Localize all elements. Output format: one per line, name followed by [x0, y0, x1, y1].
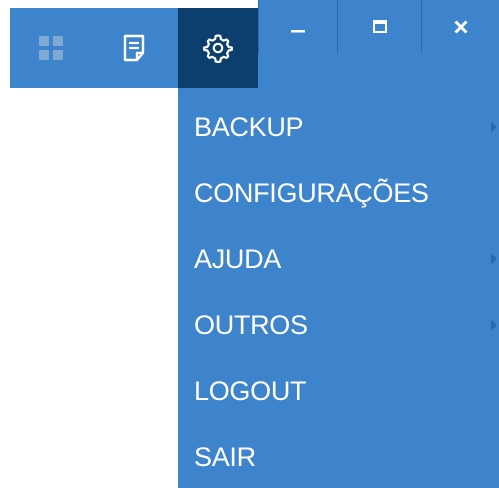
- close-button[interactable]: [422, 0, 499, 54]
- maximize-icon: [372, 20, 387, 33]
- menu-item-label: CONFIGURAÇÕES: [194, 177, 429, 208]
- submenu-arrow-icon: [491, 319, 497, 331]
- menu-item-configuracoes[interactable]: CONFIGURAÇÕES: [178, 160, 499, 226]
- menu-item-label: AJUDA: [194, 243, 282, 274]
- dashboard-grid-icon: [39, 36, 63, 60]
- menu-item-label: LOGOUT: [194, 375, 307, 406]
- notes-button[interactable]: [92, 8, 178, 88]
- menu-item-label: SAIR: [194, 441, 256, 472]
- dashboard-button[interactable]: [10, 8, 92, 88]
- maximize-button[interactable]: [338, 0, 422, 54]
- menu-item-logout[interactable]: LOGOUT: [178, 358, 499, 424]
- menu-item-backup[interactable]: BACKUP: [178, 94, 499, 160]
- document-icon: [123, 34, 145, 62]
- app-window: BACKUP CONFIGURAÇÕES AJUDA OUTROS LOGOUT…: [0, 0, 499, 488]
- menu-item-outros[interactable]: OUTROS: [178, 292, 499, 358]
- minimize-icon: [291, 30, 305, 33]
- settings-menu: BACKUP CONFIGURAÇÕES AJUDA OUTROS LOGOUT…: [178, 88, 499, 488]
- menu-item-sair[interactable]: SAIR: [178, 424, 499, 488]
- submenu-arrow-icon: [491, 121, 497, 133]
- menu-item-label: BACKUP: [194, 111, 304, 142]
- menu-item-ajuda[interactable]: AJUDA: [178, 226, 499, 292]
- menu-item-label: OUTROS: [194, 309, 308, 340]
- minimize-button[interactable]: [258, 0, 338, 54]
- close-icon: [453, 20, 468, 34]
- settings-button[interactable]: [178, 8, 258, 88]
- gear-icon: [203, 34, 233, 63]
- submenu-arrow-icon: [491, 253, 497, 265]
